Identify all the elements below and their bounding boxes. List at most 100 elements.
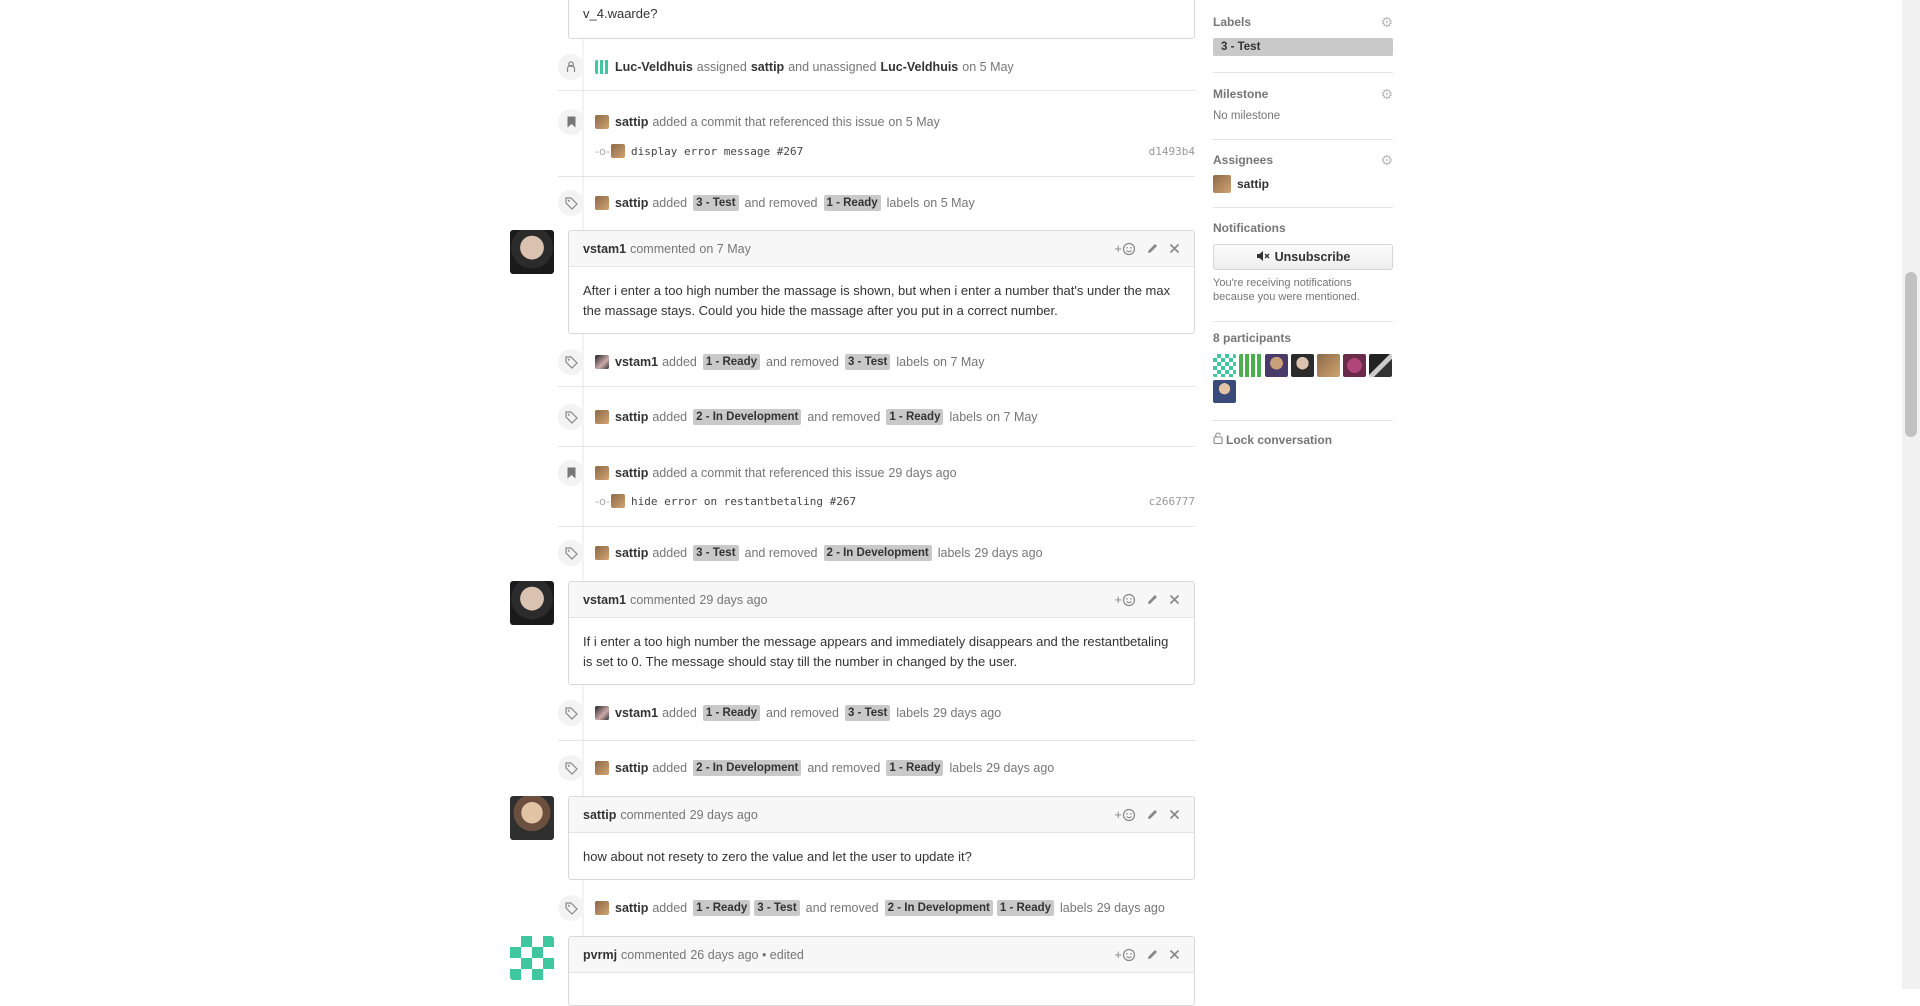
- scrollbar-thumb[interactable]: [1905, 272, 1917, 437]
- add-reaction-icon[interactable]: +: [1114, 807, 1136, 822]
- avatar[interactable]: [595, 60, 609, 74]
- pencil-icon[interactable]: [1146, 593, 1159, 607]
- commit-sha[interactable]: c266777: [1149, 495, 1195, 508]
- label-badge[interactable]: 2 - In Development: [693, 760, 802, 776]
- participant-avatar[interactable]: [1213, 354, 1236, 377]
- lock-conversation[interactable]: Lock conversation: [1213, 432, 1393, 447]
- timestamp[interactable]: 29 days ago: [690, 808, 758, 822]
- label-badge[interactable]: 1 - Ready: [693, 900, 751, 916]
- commit-message[interactable]: display error message #267: [631, 145, 803, 158]
- gear-icon[interactable]: ⚙: [1380, 152, 1393, 169]
- timestamp[interactable]: 29 days ago: [986, 761, 1054, 775]
- participant-avatar[interactable]: [1239, 354, 1262, 377]
- label-badge[interactable]: 1 - Ready: [823, 195, 881, 211]
- participant-avatar[interactable]: [1317, 354, 1340, 377]
- comment-body: v_4.waarde?: [583, 6, 658, 21]
- comment-author[interactable]: pvrmj: [583, 948, 617, 962]
- label-badge[interactable]: 1 - Ready: [886, 409, 944, 425]
- lock-label: Lock conversation: [1226, 432, 1333, 447]
- label-badge[interactable]: 3 - Test: [754, 900, 800, 916]
- avatar[interactable]: [611, 494, 625, 508]
- divider: [1213, 207, 1393, 208]
- event-actor[interactable]: vstam1: [615, 706, 658, 720]
- label-badge[interactable]: 3 - Test: [693, 545, 739, 561]
- label-badge[interactable]: 1 - Ready: [702, 354, 760, 370]
- participant-avatar[interactable]: [1291, 354, 1314, 377]
- pencil-icon[interactable]: [1146, 808, 1159, 822]
- timestamp[interactable]: on 5 May: [962, 60, 1013, 74]
- comment-author[interactable]: vstam1: [583, 593, 626, 607]
- label-badge[interactable]: 3 - Test: [844, 354, 891, 370]
- label-badge[interactable]: 3 - Test: [693, 195, 739, 211]
- avatar[interactable]: [595, 196, 609, 210]
- timestamp[interactable]: on 7 May: [699, 242, 750, 256]
- commit-message[interactable]: hide error on restantbetaling #267: [631, 495, 856, 508]
- event-actor[interactable]: sattip: [615, 546, 648, 560]
- participant-avatar[interactable]: [1213, 380, 1236, 403]
- avatar[interactable]: [611, 144, 625, 158]
- timestamp[interactable]: on 5 May: [888, 115, 939, 129]
- label-badge[interactable]: 3 - Test: [844, 705, 891, 721]
- label-badge[interactable]: 1 - Ready: [886, 760, 944, 776]
- label-badge[interactable]: 2 - In Development: [823, 545, 932, 561]
- event-actor[interactable]: sattip: [615, 115, 648, 129]
- avatar[interactable]: [510, 230, 554, 274]
- avatar[interactable]: [510, 796, 554, 840]
- event-actor[interactable]: vstam1: [615, 355, 658, 369]
- avatar[interactable]: [595, 410, 609, 424]
- unsubscribe-button[interactable]: Unsubscribe: [1213, 244, 1393, 270]
- pencil-icon[interactable]: [1146, 242, 1159, 256]
- timestamp[interactable]: 29 days ago: [933, 706, 1001, 720]
- avatar[interactable]: [595, 761, 609, 775]
- participant-avatar[interactable]: [1369, 354, 1392, 377]
- event-actor[interactable]: sattip: [615, 410, 648, 424]
- avatar[interactable]: [595, 466, 609, 480]
- timestamp[interactable]: on 5 May: [923, 196, 974, 210]
- avatar[interactable]: [595, 115, 609, 129]
- timestamp[interactable]: on 7 May: [933, 355, 984, 369]
- close-icon[interactable]: [1169, 593, 1180, 607]
- close-icon[interactable]: [1169, 948, 1180, 962]
- timestamp[interactable]: 29 days ago: [974, 546, 1042, 560]
- event-actor[interactable]: sattip: [615, 761, 648, 775]
- pencil-icon[interactable]: [1146, 948, 1159, 962]
- avatar[interactable]: [595, 355, 609, 369]
- participant-avatar[interactable]: [1343, 354, 1366, 377]
- add-reaction-icon[interactable]: +: [1114, 947, 1136, 962]
- label-badge[interactable]: 1 - Ready: [702, 705, 760, 721]
- avatar[interactable]: [595, 546, 609, 560]
- assignee-link[interactable]: sattip: [1237, 177, 1269, 191]
- timestamp[interactable]: 29 days ago: [699, 593, 767, 607]
- event-actor[interactable]: sattip: [615, 466, 648, 480]
- unassignee-link[interactable]: Luc-Veldhuis: [880, 60, 958, 74]
- event-labels: sattip added 2 - In Development and remo…: [558, 754, 1195, 782]
- event-actor[interactable]: Luc-Veldhuis: [615, 60, 693, 74]
- gear-icon[interactable]: ⚙: [1380, 86, 1393, 103]
- close-icon[interactable]: [1169, 242, 1180, 256]
- label-badge[interactable]: 3 - Test: [1213, 38, 1393, 56]
- gear-icon[interactable]: ⚙: [1380, 14, 1393, 31]
- timestamp[interactable]: on 7 May: [986, 410, 1037, 424]
- label-badge[interactable]: 2 - In Development: [693, 409, 802, 425]
- timestamp[interactable]: 29 days ago: [1097, 901, 1165, 915]
- event-actor[interactable]: sattip: [615, 196, 648, 210]
- avatar[interactable]: [510, 936, 554, 980]
- avatar[interactable]: [595, 901, 609, 915]
- avatar[interactable]: [595, 706, 609, 720]
- add-reaction-icon[interactable]: +: [1114, 241, 1136, 256]
- label-badge[interactable]: 1 - Ready: [996, 900, 1055, 916]
- timestamp[interactable]: 26 days ago • edited: [690, 948, 804, 962]
- comment-author[interactable]: vstam1: [583, 242, 626, 256]
- close-icon[interactable]: [1169, 808, 1180, 822]
- participant-avatar[interactable]: [1265, 354, 1288, 377]
- avatar[interactable]: [1213, 175, 1231, 193]
- commit-sha[interactable]: d1493b4: [1149, 145, 1195, 158]
- comment-author[interactable]: sattip: [583, 808, 616, 822]
- label-badge[interactable]: 2 - In Development: [884, 900, 993, 916]
- event-actor[interactable]: sattip: [615, 901, 648, 915]
- page-scrollbar[interactable]: [1902, 0, 1920, 989]
- avatar[interactable]: [510, 581, 554, 625]
- assignee-link[interactable]: sattip: [751, 60, 784, 74]
- add-reaction-icon[interactable]: +: [1114, 592, 1136, 607]
- timestamp[interactable]: 29 days ago: [888, 466, 956, 480]
